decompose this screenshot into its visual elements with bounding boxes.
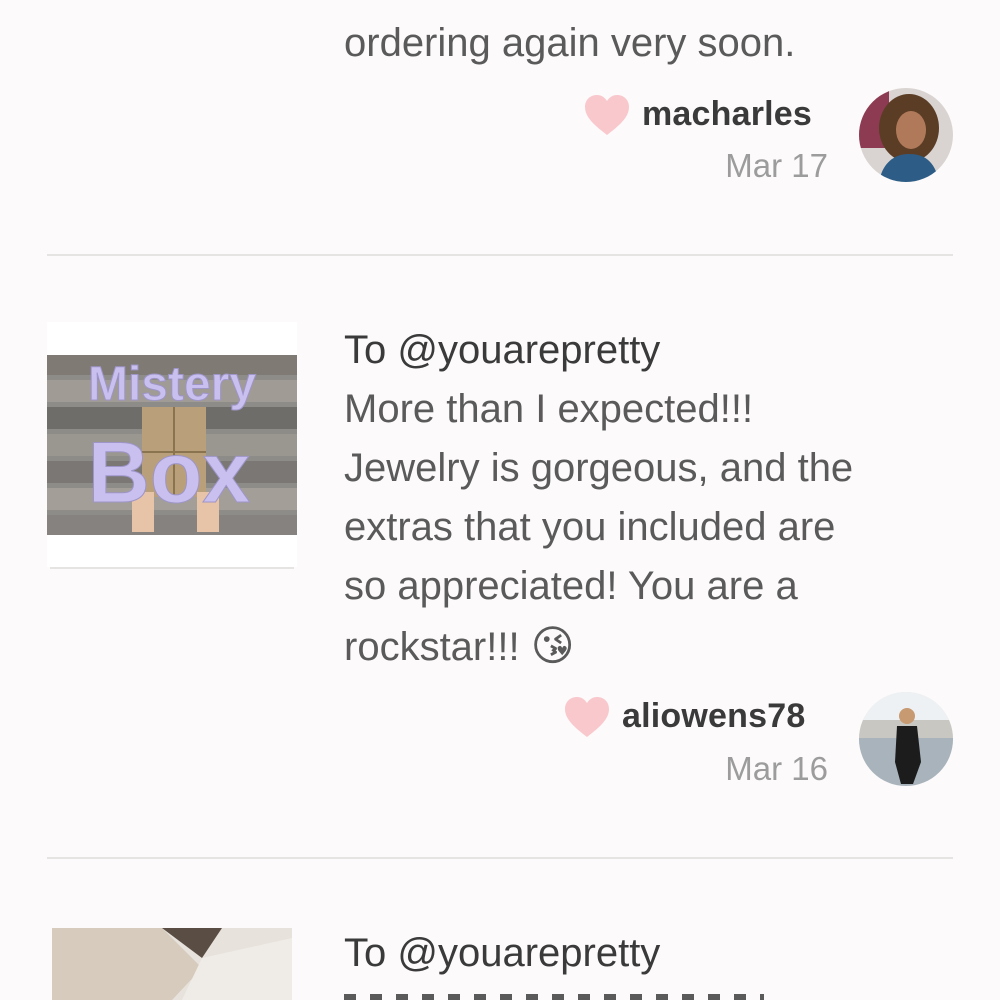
avatar[interactable] xyxy=(859,692,953,786)
product-image xyxy=(52,928,292,1000)
thumb-underline xyxy=(50,567,294,569)
like-button[interactable] xyxy=(584,94,630,141)
heart-icon xyxy=(565,697,609,737)
heart-icon xyxy=(585,95,629,135)
review-line: Jewelry is gorgeous, and the xyxy=(344,446,854,490)
review-line: extras that you included are xyxy=(344,505,836,549)
thumb-text-line1: Mistery xyxy=(88,358,256,411)
product-thumbnail[interactable]: Mistery Box xyxy=(47,322,297,567)
review-recipient[interactable]: To @youarepretty xyxy=(344,928,660,978)
avatar-image xyxy=(859,692,953,786)
product-image: Mistery Box xyxy=(47,322,297,567)
review-body-tail: ordering again very soon. xyxy=(344,21,796,65)
reviewer-username[interactable]: macharles xyxy=(642,95,812,134)
review-recipient[interactable]: To @youarepretty xyxy=(344,325,660,375)
avatar[interactable] xyxy=(859,88,953,182)
review-line-last: rockstar!!! 😘 xyxy=(344,616,964,677)
product-thumbnail[interactable] xyxy=(52,928,292,1000)
thumb-text-line2: Box xyxy=(88,425,251,521)
kiss-emoji: 😘 xyxy=(530,622,575,669)
like-button[interactable] xyxy=(564,696,610,743)
review-date: Mar 16 xyxy=(725,750,828,787)
avatar-image xyxy=(859,88,953,182)
review-line: so appreciated! You are a xyxy=(344,564,798,608)
review-body: More than I expected!!! Jewelry is gorge… xyxy=(344,380,964,677)
review-text-cutoff xyxy=(344,990,764,1000)
reviewer-username[interactable]: aliowens78 xyxy=(622,697,805,736)
review-date: Mar 17 xyxy=(725,147,828,184)
review-line: More than I expected!!! xyxy=(344,387,754,431)
review-line: rockstar!!! xyxy=(344,625,520,669)
divider xyxy=(47,254,953,256)
divider xyxy=(47,857,953,859)
